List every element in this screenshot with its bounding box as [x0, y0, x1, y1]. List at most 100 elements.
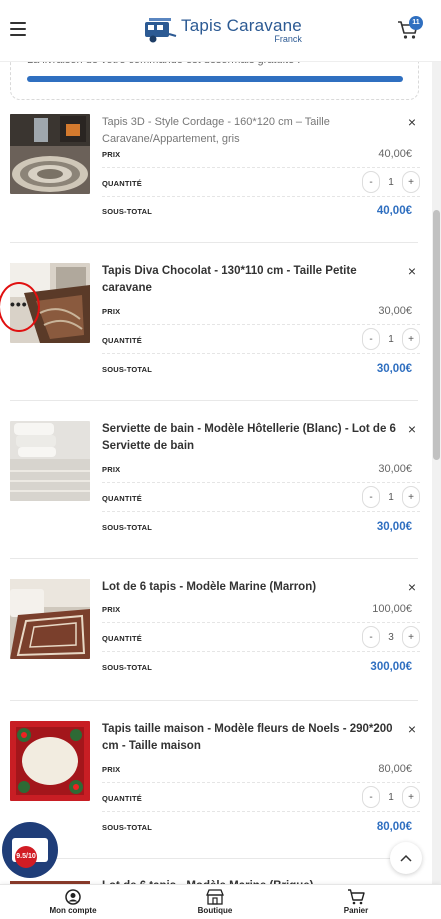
item-divider: [10, 700, 418, 701]
product-thumbnail[interactable]: [10, 579, 90, 659]
nav-shop-label: Boutique: [197, 906, 233, 915]
price-label: PRIX: [102, 307, 121, 316]
quantity-stepper: - 3 +: [362, 626, 420, 648]
page-scrollbar-thumb[interactable]: [433, 210, 440, 460]
price-value: 30,00€: [378, 305, 412, 317]
remove-item-button[interactable]: ×: [406, 114, 418, 130]
price-value: 30,00€: [378, 463, 412, 475]
subtotal-row: SOUS-TOTAL 30,00€: [102, 357, 420, 383]
price-value: 80,00€: [378, 763, 412, 775]
quantity-increase-button[interactable]: +: [402, 328, 420, 350]
product-thumbnail[interactable]: [10, 421, 90, 501]
quantity-label: QUANTITÉ: [102, 634, 142, 643]
quantity-value[interactable]: 3: [380, 632, 402, 643]
subtotal-label: SOUS-TOTAL: [102, 823, 153, 832]
price-row: PRIX 30,00€: [102, 457, 420, 483]
quantity-label: QUANTITÉ: [102, 179, 142, 188]
subtotal-row: SOUS-TOTAL 30,00€: [102, 515, 420, 541]
subtotal-value: 30,00€: [376, 521, 412, 533]
quantity-decrease-button[interactable]: -: [362, 786, 380, 808]
quantity-decrease-button[interactable]: -: [362, 486, 380, 508]
item-divider: [10, 400, 418, 401]
subtotal-label: SOUS-TOTAL: [102, 523, 153, 532]
price-row: PRIX 100,00€: [102, 597, 420, 623]
subtotal-value: 80,00€: [376, 821, 412, 833]
subtotal-row: SOUS-TOTAL 300,00€: [102, 655, 420, 681]
nav-account-label: Mon compte: [49, 906, 97, 915]
quantity-decrease-button[interactable]: -: [362, 626, 380, 648]
price-label: PRIX: [102, 605, 121, 614]
user-icon: [65, 889, 81, 905]
back-to-top-button[interactable]: [390, 842, 422, 874]
price-label: PRIX: [102, 150, 121, 159]
quantity-stepper: - 1 +: [362, 328, 420, 350]
quantity-label: QUANTITÉ: [102, 494, 142, 503]
quantity-stepper: - 1 +: [362, 486, 420, 508]
store-icon: [206, 889, 224, 905]
customer-reviews-badge[interactable]: 9.5/10: [2, 822, 58, 878]
subtotal-value: 30,00€: [376, 363, 412, 375]
subtotal-value: 300,00€: [370, 661, 412, 673]
subtotal-row: SOUS-TOTAL 80,00€: [102, 815, 420, 841]
product-title[interactable]: Tapis Diva Chocolat - 130*110 cm - Taill…: [102, 263, 398, 297]
nav-cart-label: Panier: [343, 906, 369, 915]
quantity-value[interactable]: 1: [380, 334, 402, 345]
remove-item-button[interactable]: ×: [406, 263, 418, 279]
quantity-row: QUANTITÉ - 1 +: [102, 486, 420, 512]
price-value: 100,00€: [372, 603, 412, 615]
quantity-decrease-button[interactable]: -: [362, 171, 380, 193]
nav-shop[interactable]: Boutique: [170, 889, 260, 915]
free-shipping-progress-bar: [27, 76, 403, 82]
quantity-value[interactable]: 1: [380, 492, 402, 503]
menu-icon[interactable]: [10, 22, 26, 36]
quantity-increase-button[interactable]: +: [402, 786, 420, 808]
site-logo[interactable]: Tapis Caravane Franck: [143, 14, 302, 46]
subtotal-row: SOUS-TOTAL 40,00€: [102, 199, 420, 225]
product-thumbnail[interactable]: [10, 721, 90, 801]
quantity-row: QUANTITÉ - 1 +: [102, 786, 420, 812]
quantity-label: QUANTITÉ: [102, 336, 142, 345]
subtotal-label: SOUS-TOTAL: [102, 207, 153, 216]
quantity-label: QUANTITÉ: [102, 794, 142, 803]
brand-name: Tapis Caravane: [181, 15, 302, 35]
chevron-up-icon: [400, 854, 412, 862]
subtotal-label: SOUS-TOTAL: [102, 365, 153, 374]
more-options-icon[interactable]: •••: [10, 296, 28, 312]
price-row: PRIX 30,00€: [102, 299, 420, 325]
product-thumbnail[interactable]: [10, 114, 90, 194]
product-title[interactable]: Tapis taille maison - Modèle fleurs de N…: [102, 721, 398, 755]
nav-cart[interactable]: Panier: [311, 889, 401, 915]
price-row: PRIX 40,00€: [102, 142, 420, 168]
subtotal-label: SOUS-TOTAL: [102, 663, 153, 672]
quantity-increase-button[interactable]: +: [402, 171, 420, 193]
quantity-value[interactable]: 1: [380, 792, 402, 803]
quantity-increase-button[interactable]: +: [402, 626, 420, 648]
item-divider: [10, 558, 418, 559]
quantity-decrease-button[interactable]: -: [362, 328, 380, 350]
page-scrollbar[interactable]: [432, 62, 441, 888]
nav-account[interactable]: Mon compte: [28, 889, 118, 915]
quantity-row: QUANTITÉ - 1 +: [102, 171, 420, 197]
reviews-score: 9.5/10: [15, 846, 37, 868]
site-header: Tapis Caravane Franck 11: [0, 0, 441, 62]
item-divider: [10, 858, 418, 859]
remove-item-button[interactable]: ×: [406, 421, 418, 437]
cart-icon: [348, 889, 365, 905]
product-title[interactable]: Lot de 6 tapis - Modèle Marine (Marron): [102, 579, 398, 596]
quantity-stepper: - 1 +: [362, 171, 420, 193]
cart-count-badge: 11: [409, 16, 423, 30]
price-value: 40,00€: [378, 148, 412, 160]
price-label: PRIX: [102, 765, 121, 774]
remove-item-button[interactable]: ×: [406, 579, 418, 595]
product-title[interactable]: Serviette de bain - Modèle Hôtellerie (B…: [102, 421, 398, 455]
item-divider: [10, 242, 418, 243]
quantity-stepper: - 1 +: [362, 786, 420, 808]
brand-sub: Franck: [274, 33, 302, 44]
quantity-value[interactable]: 1: [380, 177, 402, 188]
quantity-row: QUANTITÉ - 3 +: [102, 626, 420, 652]
quantity-increase-button[interactable]: +: [402, 486, 420, 508]
quantity-row: QUANTITÉ - 1 +: [102, 328, 420, 354]
remove-item-button[interactable]: ×: [406, 721, 418, 737]
bottom-navigation: Mon compte Boutique Panier: [0, 884, 441, 919]
price-row: PRIX 80,00€: [102, 757, 420, 783]
